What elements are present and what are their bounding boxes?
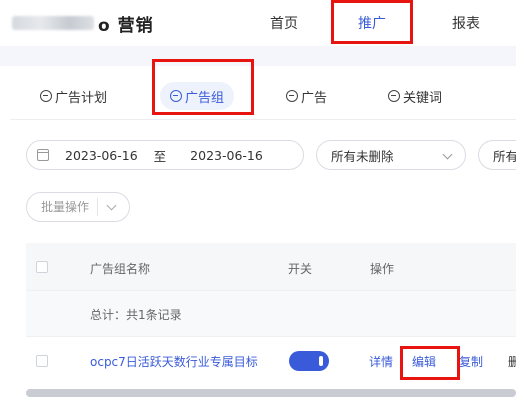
select-all-checkbox[interactable] (36, 261, 48, 273)
app-logo[interactable]: o 营销 (12, 13, 154, 36)
table-row: ocpc7日活跃天数行业专属目标 详情 编辑 复制 删 (26, 337, 516, 385)
tab-keyword-label: 关键词 (403, 90, 443, 106)
date-range-picker[interactable]: 2023-06-16 至 2023-06-16 (26, 140, 304, 170)
chat-bubble-icon (286, 90, 298, 102)
nav-report[interactable]: 报表 (452, 13, 480, 33)
column-header-switch: 开关 (288, 262, 313, 276)
tab-ad-label: 广告 (301, 90, 328, 106)
app-page: o 营销 首页 推广 报表 广告计划 广告组 广告 关键词 2023-06-16… (0, 0, 516, 401)
logo-text: o 营销 (98, 15, 154, 36)
nav-home[interactable]: 首页 (270, 13, 298, 33)
ad-group-switch[interactable] (289, 351, 329, 371)
date-end: 2023-06-16 (190, 147, 263, 163)
batch-operation-label: 批量操作 (27, 198, 99, 216)
detail-link[interactable]: 详情 (369, 353, 393, 370)
more-action-link[interactable]: 删 (508, 353, 516, 370)
tab-ad-plan-label: 广告计划 (55, 90, 108, 106)
secondary-filter-value: 所有 (493, 148, 516, 164)
table-summary-row: 总计：共1条记录 (26, 291, 516, 337)
tab-ad-plan[interactable]: 广告计划 (30, 82, 117, 110)
row-checkbox[interactable] (36, 355, 48, 367)
tab-ad-group[interactable]: 广告组 (160, 82, 235, 110)
ad-group-table: 广告组名称 开关 操作 总计：共1条记录 ocpc7日活跃天数行业专属目标 详情… (26, 243, 516, 385)
copy-link[interactable]: 复制 (459, 353, 483, 370)
top-header: o 营销 首页 推广 报表 (0, 0, 516, 46)
level-tabs: 广告计划 广告组 广告 关键词 (10, 72, 516, 120)
secondary-filter-select[interactable]: 所有 (478, 140, 516, 170)
ad-group-name-link[interactable]: ocpc7日活跃天数行业专属目标 (90, 353, 258, 370)
chevron-down-icon[interactable] (98, 192, 126, 222)
tab-ad[interactable]: 广告 (276, 82, 337, 110)
horizontal-scrollbar[interactable] (26, 389, 516, 397)
date-start: 2023-06-16 (65, 147, 138, 163)
chat-bubble-icon (170, 90, 182, 102)
batch-operation-dropdown[interactable]: 批量操作 (26, 192, 130, 222)
column-header-name[interactable]: 广告组名称 (90, 260, 150, 277)
column-header-action: 操作 (370, 262, 395, 276)
chat-bubble-icon (388, 90, 400, 102)
tab-keyword[interactable]: 关键词 (378, 82, 452, 110)
status-filter-value: 所有未删除 (331, 148, 394, 164)
nav-promotion[interactable]: 推广 (358, 13, 386, 33)
chat-bubble-icon (40, 90, 52, 102)
date-separator: 至 (153, 148, 167, 164)
status-filter-select[interactable]: 所有未删除 (316, 140, 466, 170)
edit-link[interactable]: 编辑 (412, 353, 436, 370)
table-header: 广告组名称 开关 操作 (26, 243, 516, 291)
summary-text: 总计：共1条记录 (90, 308, 182, 322)
content-background (0, 46, 516, 66)
chevron-down-icon (442, 149, 453, 160)
calendar-icon (37, 149, 49, 161)
logo-image (12, 16, 94, 30)
tab-ad-group-label: 广告组 (185, 90, 225, 106)
